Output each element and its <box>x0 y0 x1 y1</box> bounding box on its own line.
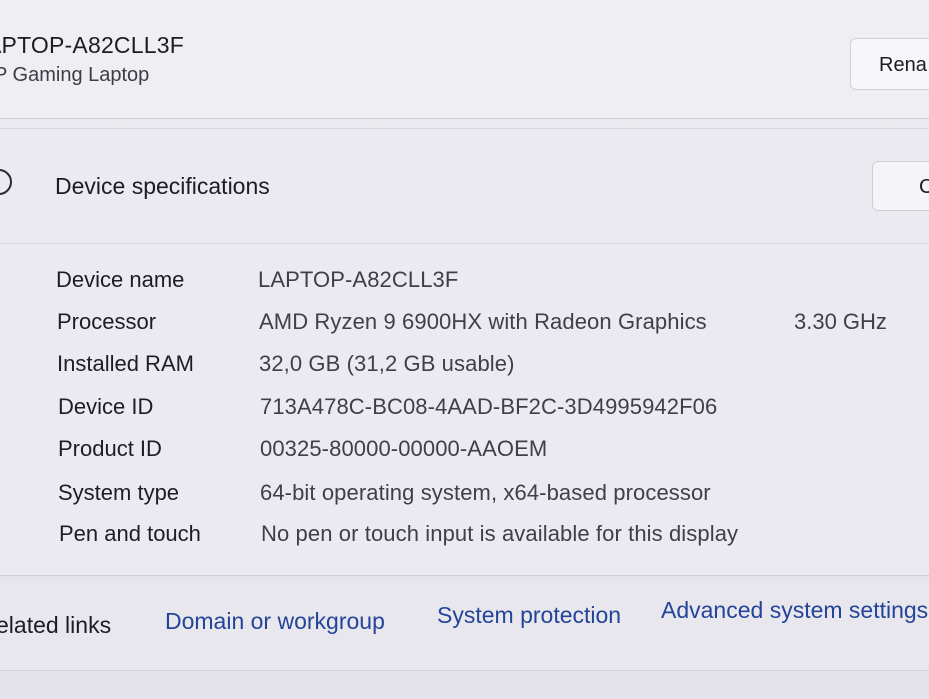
copy-button[interactable]: C <box>872 161 929 211</box>
link-system-protection[interactable]: System protection <box>437 602 621 629</box>
related-links-bar: elated links Domain or workgroup System … <box>0 580 929 670</box>
settings-about-page: APTOP-A82CLL3F P Gaming Laptop Rena Devi… <box>0 0 929 699</box>
spec-label: Device name <box>56 267 185 292</box>
link-advanced-system-settings[interactable]: Advanced system settings <box>661 597 928 624</box>
spec-value: 64-bit operating system, x64-based proce… <box>260 480 711 505</box>
related-links-label: elated links <box>0 612 112 638</box>
link-domain-or-workgroup[interactable]: Domain or workgroup <box>165 608 385 635</box>
device-model: P Gaming Laptop <box>0 64 150 86</box>
spec-value: AMD Ryzen 9 6900HX with Radeon Graphics <box>259 309 707 334</box>
spec-value: 713A478C-BC08-4AAD-BF2C-3D4995942F06 <box>260 394 718 419</box>
processor-speed: 3.30 GHz <box>794 309 887 334</box>
device-specifications-title: Device specifications <box>55 173 270 199</box>
device-header-card: APTOP-A82CLL3F P Gaming Laptop Rena <box>0 0 929 119</box>
spec-label: Product ID <box>58 436 162 461</box>
spec-label: Processor <box>57 309 157 334</box>
spec-label: Device ID <box>58 394 154 419</box>
info-icon <box>0 169 12 195</box>
device-title: APTOP-A82CLL3F <box>0 32 184 58</box>
spec-value: No pen or touch input is available for t… <box>261 521 739 546</box>
spec-label: System type <box>58 480 180 505</box>
device-specifications-header[interactable]: Device specifications C <box>0 129 929 244</box>
spec-label: Pen and touch <box>59 521 201 546</box>
spec-value: 00325-80000-00000-AAOEM <box>260 436 548 461</box>
device-specifications-card: Device specifications C Device name LAPT… <box>0 128 929 576</box>
spec-value: 32,0 GB (31,2 GB usable) <box>259 351 515 376</box>
spec-value: LAPTOP-A82CLL3F <box>258 267 459 292</box>
rename-button[interactable]: Rena <box>850 38 929 90</box>
spec-label: Installed RAM <box>57 351 194 376</box>
bottom-card-edge <box>0 670 929 699</box>
